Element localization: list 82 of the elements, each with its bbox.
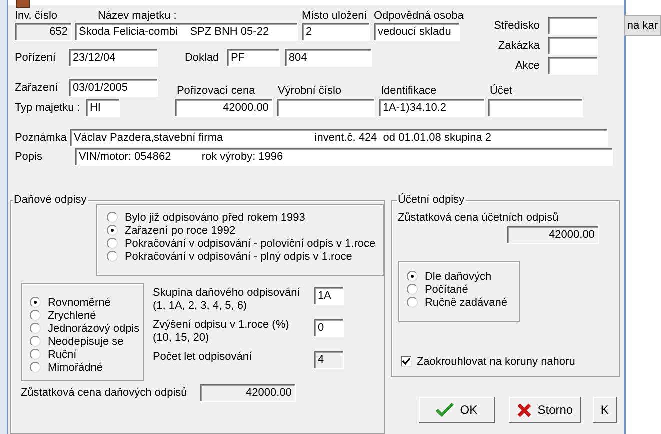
radio-label[interactable]: Zařazení po roce 1992 <box>124 224 236 236</box>
radio-button[interactable] <box>30 310 41 321</box>
input-field[interactable] <box>548 57 598 75</box>
field-label: Zařazení <box>14 82 60 94</box>
residual-value-field[interactable]: 42000,00 <box>506 226 599 244</box>
field-label: Inv. číslo <box>14 10 59 22</box>
checkbox-label[interactable]: Zaokrouhlovat na koruny nahoru <box>416 356 576 368</box>
residual-value-field[interactable]: 42000,00 <box>200 384 296 402</box>
field-label: Poznámka <box>14 132 68 144</box>
radio-label[interactable]: Bylo již odpisováno před rokem 1993 <box>124 212 306 224</box>
radio-label[interactable]: Dle daňových <box>424 270 492 282</box>
field-label: Název majetku : <box>98 10 178 22</box>
field-label: Akce <box>514 60 540 72</box>
field-label: Středisko <box>493 20 540 32</box>
responsible-field[interactable]: vedoucí skladu <box>374 23 460 41</box>
document-type-field[interactable]: PF <box>226 49 280 67</box>
date-field[interactable]: 23/12/04 <box>68 49 158 67</box>
asset-type-field[interactable]: HI <box>86 99 120 117</box>
radio-label[interactable]: Mimořádné <box>48 362 103 374</box>
field-label: Účet <box>490 85 513 97</box>
radio-label[interactable]: Pokračování v odpisování - poloviční odpis v 1.roce <box>124 238 376 250</box>
dialog-button[interactable]: Storno <box>508 397 581 423</box>
dialog-button[interactable]: OK <box>418 397 495 423</box>
input-field[interactable] <box>548 37 598 55</box>
field-label: Zakázka <box>497 40 540 52</box>
field-label: Zvýšení odpisu v 1.roce (%) <box>152 319 290 332</box>
radio-label[interactable]: Zrychlené <box>48 310 96 322</box>
identification-field[interactable]: 1A-1)34.10.2 <box>378 99 485 117</box>
radio-button[interactable] <box>30 323 41 334</box>
document-number-field[interactable]: 804 <box>284 49 372 67</box>
description-field[interactable]: VIN/motor: 054862 rok výroby: 1996 <box>74 148 613 166</box>
location-field[interactable]: 2 <box>302 23 370 41</box>
field-label: Pořízení <box>14 52 57 64</box>
field-label: Zůstatková cena daňových odpisů <box>20 387 188 399</box>
radio-button[interactable] <box>406 284 418 295</box>
price-field[interactable]: 42000,00 <box>174 99 273 117</box>
radio-button[interactable] <box>106 212 118 223</box>
radio-label[interactable]: Pokračování v odpisování - plný odpis v 1.roce <box>124 250 352 262</box>
radio-button[interactable] <box>406 271 418 282</box>
field-label: Výrobní číslo <box>278 85 343 97</box>
input-field[interactable] <box>548 17 598 35</box>
date-field[interactable]: 03/01/2005 <box>68 79 158 97</box>
radio-label[interactable]: Jednorázový odpis <box>48 322 140 334</box>
field-label: Skupina daňového odpisování <box>152 287 302 300</box>
radio-button[interactable] <box>106 238 118 249</box>
field-label: Odpovědná osoba <box>374 10 464 22</box>
field-label: Počet let odpisování <box>152 351 254 364</box>
serial-number-field[interactable] <box>276 99 375 117</box>
check-icon <box>436 403 454 417</box>
note-field[interactable]: Václav Pazdera,stavební firma invent.č. 424 od 01.01.08 skupina 2 <box>70 129 608 147</box>
radio-label[interactable]: Neodepisuje se <box>48 336 124 348</box>
field-label: Doklad <box>184 52 220 64</box>
input-field[interactable]: 4 <box>314 351 344 369</box>
radio-button[interactable] <box>406 297 418 308</box>
account-field[interactable] <box>488 99 583 117</box>
field-label: Zůstatková cena účetních odpisů <box>398 212 560 224</box>
radio-button[interactable] <box>30 362 41 373</box>
radio-button[interactable] <box>30 336 41 347</box>
field-hint: (10, 15, 20) <box>152 332 210 345</box>
field-label: Typ majetku : <box>14 102 82 114</box>
field-label: Identifikace <box>380 85 438 97</box>
background-button[interactable]: na kar <box>624 15 661 36</box>
checkbox[interactable] <box>400 356 412 367</box>
radio-button[interactable] <box>106 251 118 262</box>
radio-label[interactable]: Ruční <box>48 348 77 360</box>
group-title: Účetní odpisy <box>396 194 466 206</box>
radio-label[interactable]: Počítané <box>424 284 468 296</box>
input-field[interactable]: 1A <box>314 287 344 305</box>
radio-button[interactable] <box>106 225 118 236</box>
radio-label[interactable]: Ručně zadávané <box>424 296 508 308</box>
dialog-button[interactable]: K <box>592 397 617 423</box>
radio-button[interactable] <box>30 297 41 308</box>
field-label: Popis <box>14 151 44 163</box>
inv-number-field[interactable]: 652 <box>14 23 72 41</box>
radio-button[interactable] <box>30 349 41 360</box>
cross-icon <box>516 402 532 418</box>
input-field[interactable]: 0 <box>314 319 344 337</box>
radio-label[interactable]: Rovnoměrné <box>48 296 111 308</box>
field-hint: (1, 1A, 2, 3, 4, 5, 6) <box>152 300 248 313</box>
group-title: Daňové odpisy <box>12 194 88 206</box>
field-label: Místo uložení <box>302 10 368 22</box>
field-label: Pořizovací cena <box>176 85 256 97</box>
